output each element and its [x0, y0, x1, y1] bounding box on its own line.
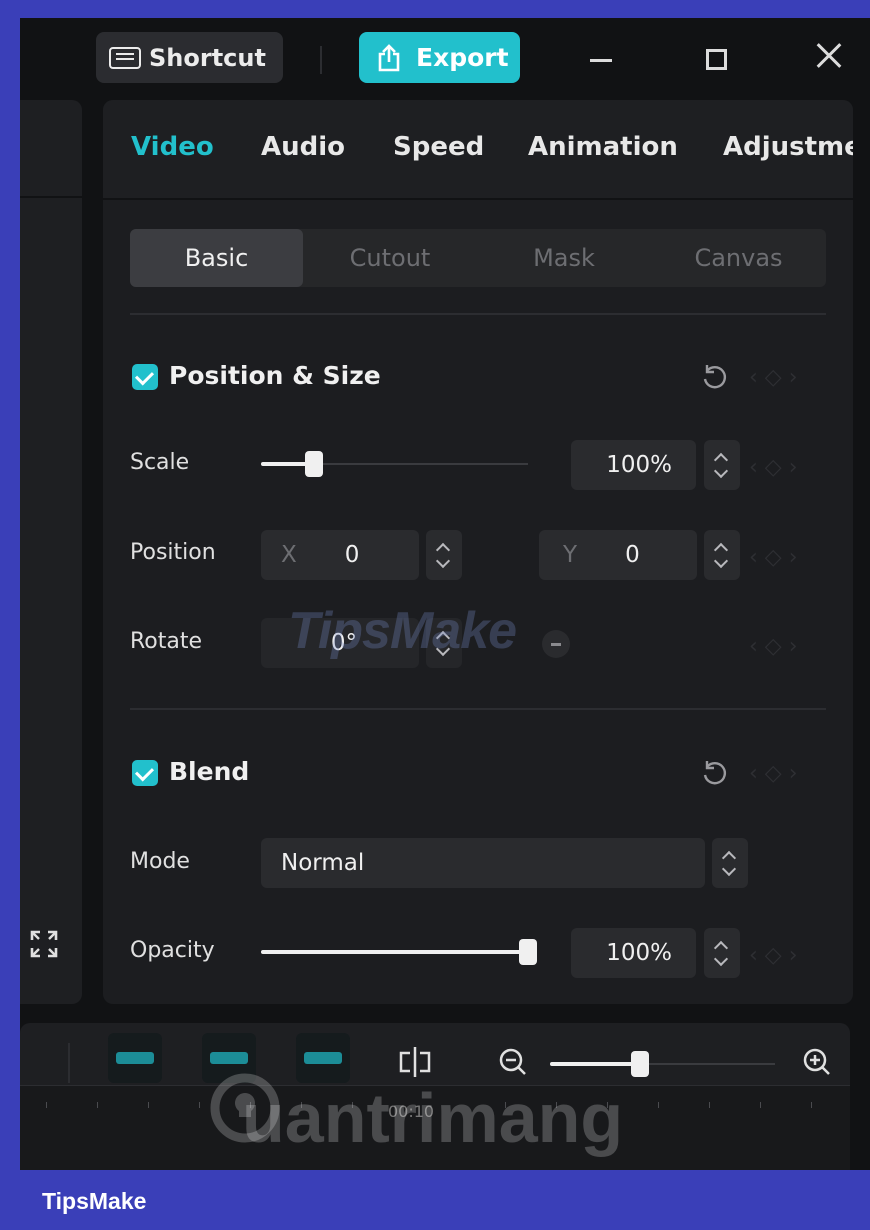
rotate-dial-icon[interactable] [540, 628, 572, 660]
ruler-tick [97, 1102, 98, 1108]
mode-dropdown-arrows[interactable] [712, 838, 748, 888]
opacity-value: 100% [606, 940, 672, 966]
opacity-slider-thumb[interactable] [519, 939, 537, 965]
section-divider [130, 708, 826, 710]
position-label: Position [130, 540, 216, 565]
auto-cut-icon [210, 1052, 248, 1064]
link-clips-button[interactable] [296, 1033, 350, 1083]
zoom-slider-fill [550, 1062, 640, 1066]
ruler-tick [709, 1102, 710, 1108]
split-left-icon [116, 1052, 154, 1064]
player-panel [20, 100, 82, 1004]
mode-value: Normal [281, 850, 365, 876]
export-icon [378, 43, 400, 71]
keyframe-nav[interactable]: ‹ ◇ › [749, 452, 833, 482]
ruler-tick [811, 1102, 812, 1108]
subtab-canvas[interactable]: Canvas [651, 229, 826, 287]
link-clips-icon [304, 1052, 342, 1064]
shortcut-label: Shortcut [149, 43, 266, 72]
video-subtabs: Basic Cutout Mask Canvas [130, 229, 826, 287]
title-bar: Shortcut Export [20, 18, 870, 100]
toolbar-separator [68, 1043, 70, 1083]
position-y-stepper[interactable] [704, 530, 740, 580]
titlebar-separator [320, 46, 322, 74]
minimize-button[interactable] [590, 59, 612, 62]
split-icon[interactable] [398, 1045, 432, 1079]
position-x-value: 0 [344, 542, 360, 568]
blend-checkbox[interactable] [132, 760, 158, 786]
mode-select[interactable]: Normal [261, 838, 705, 888]
inspector-tabs: Video Audio Speed Animation Adjustme [103, 100, 853, 200]
scale-value: 100% [606, 452, 672, 478]
ruler-tick [199, 1102, 200, 1108]
export-button[interactable]: Export [359, 32, 520, 83]
footer-brand-label: TipsMake [42, 1188, 147, 1214]
opacity-slider-fill [261, 950, 528, 954]
position-size-checkbox[interactable] [132, 364, 158, 390]
scale-stepper[interactable] [704, 440, 740, 490]
scale-value-field[interactable]: 100% [571, 440, 696, 490]
reset-icon[interactable] [699, 758, 729, 788]
timeline-toolbar [20, 1023, 850, 1085]
subtab-cutout[interactable]: Cutout [303, 229, 477, 287]
position-y-value: 0 [625, 542, 640, 568]
export-label: Export [416, 43, 509, 72]
opacity-label: Opacity [130, 938, 215, 963]
tab-animation[interactable]: Animation [528, 132, 678, 162]
close-button[interactable] [817, 44, 841, 68]
ruler-tick [658, 1102, 659, 1108]
keyframe-nav[interactable]: ‹ ◇ › [749, 940, 833, 970]
app-window: Shortcut Export Video Audio Speed Animat… [20, 18, 870, 1170]
keyframe-nav[interactable]: ‹ ◇ › [749, 631, 833, 661]
position-size-title: Position & Size [169, 361, 381, 390]
mode-label: Mode [130, 849, 190, 874]
split-left-button[interactable] [108, 1033, 162, 1083]
keyboard-icon [109, 46, 141, 69]
fullscreen-icon[interactable] [28, 928, 60, 960]
position-y-field[interactable]: Y 0 [539, 530, 697, 580]
inspector-panel: Video Audio Speed Animation Adjustme Bas… [103, 100, 853, 1004]
quantrimang-watermark: uantrimang [242, 1079, 624, 1157]
section-divider [130, 313, 826, 315]
zoom-in-icon[interactable] [802, 1047, 832, 1077]
subtab-mask[interactable]: Mask [477, 229, 651, 287]
tab-audio[interactable]: Audio [261, 132, 345, 162]
tipsmake-watermark: TipsMake [288, 602, 517, 660]
ruler-tick [760, 1102, 761, 1108]
y-axis-label: Y [563, 542, 578, 568]
keyframe-nav[interactable]: ‹ ◇ › [749, 542, 833, 572]
blend-title: Blend [169, 757, 250, 786]
ruler-tick [148, 1102, 149, 1108]
reset-icon[interactable] [699, 362, 729, 392]
opacity-value-field[interactable]: 100% [571, 928, 696, 978]
maximize-button[interactable] [706, 49, 727, 70]
scale-label: Scale [130, 450, 190, 475]
ruler-tick [46, 1102, 47, 1108]
position-x-stepper[interactable] [426, 530, 462, 580]
shortcut-button[interactable]: Shortcut [96, 32, 283, 83]
keyframe-nav[interactable]: ‹ ◇ › [749, 362, 833, 392]
keyframe-nav[interactable]: ‹ ◇ › [749, 758, 833, 788]
screenshot-frame: Shortcut Export Video Audio Speed Animat… [0, 0, 870, 1230]
zoom-out-icon[interactable] [498, 1047, 528, 1077]
tab-speed[interactable]: Speed [393, 132, 484, 162]
opacity-stepper[interactable] [704, 928, 740, 978]
tab-adjustment[interactable]: Adjustme [723, 132, 853, 162]
subtab-basic[interactable]: Basic [130, 229, 303, 287]
player-panel-header [20, 100, 82, 198]
rotate-label: Rotate [130, 629, 203, 654]
position-x-field[interactable]: X 0 [261, 530, 419, 580]
x-axis-label: X [281, 542, 297, 568]
zoom-slider-thumb[interactable] [631, 1051, 649, 1077]
tab-video[interactable]: Video [131, 132, 214, 162]
scale-slider-thumb[interactable] [305, 451, 323, 477]
